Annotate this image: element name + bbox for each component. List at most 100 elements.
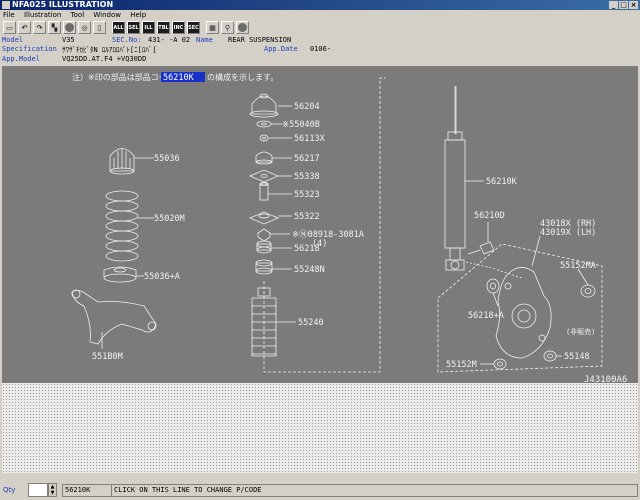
note-prefix: 注）※印の部品は部品コード <box>72 72 175 82</box>
label-55148[interactable]: 55148 <box>564 352 590 362</box>
status-bar: Qty ▲ ▼ 56210K CLICK ON THIS LINE TO CHAN… <box>0 478 640 500</box>
label-56218-A[interactable]: 56218+A <box>468 311 504 321</box>
grid-icon[interactable]: ▦ <box>206 21 219 34</box>
toolbar: ▭ ↶ ↷ ▚ ◎ ▯ ALL SEL ILL TBL INC SEC ▦ ⚲ <box>0 20 640 35</box>
part-55152M[interactable] <box>480 358 507 370</box>
undo-icon[interactable]: ↶ <box>18 21 31 34</box>
part-55036[interactable] <box>109 148 154 175</box>
label-43019X[interactable]: 43019X (LH) <box>540 228 596 238</box>
part-56113X[interactable] <box>259 134 292 142</box>
redo-icon[interactable]: ↷ <box>33 21 46 34</box>
title-bar: NFA025 ILLUSTRATION _ □ × <box>0 0 640 10</box>
appdate-label: App.Date <box>264 45 298 53</box>
part-56210D[interactable] <box>467 222 495 255</box>
part-56218[interactable] <box>256 240 292 254</box>
parts-list-area[interactable] <box>2 383 638 473</box>
spec-value: ｻﾜｻﾞﾁｶﾋﾞﾀN ﾛﾙｱﾛﾛﾊﾟﾄ[ﾆ[ﾛﾊﾞ[ <box>62 46 157 54</box>
part-code-field[interactable]: 56210K <box>62 484 112 497</box>
label-56113X[interactable]: 56113X <box>294 134 326 144</box>
part-551B0M[interactable] <box>71 289 157 349</box>
menu-help[interactable]: Help <box>130 11 146 19</box>
label-55248N[interactable]: 55248N <box>294 265 325 275</box>
label-56210K[interactable]: 56210K <box>486 177 518 187</box>
part-56218-A[interactable] <box>486 278 500 307</box>
part-55338[interactable] <box>248 169 292 183</box>
header-info: Model V35 SEC.No: 431- -A 02 Name REAR S… <box>0 35 640 65</box>
appmodel-value: VQ25DD.AT.F4 +VQ30DD <box>62 55 147 63</box>
part-55323[interactable] <box>259 182 292 201</box>
list-sel-icon[interactable]: SEL <box>127 21 140 34</box>
stop-icon[interactable] <box>236 21 249 34</box>
part-55020M[interactable] <box>105 190 154 262</box>
disc-icon[interactable] <box>63 21 76 34</box>
change-code-message[interactable]: CLICK ON THIS LINE TO CHANGE P/CODE <box>111 484 638 497</box>
part-55148[interactable] <box>543 350 562 362</box>
illustration-canvas[interactable]: 注）※印の部品は部品コード 56210K の構成を示します。 55036 550… <box>2 66 638 383</box>
part-56210K[interactable] <box>444 86 484 271</box>
lamp-icon[interactable]: ⚲ <box>221 21 234 34</box>
list-ill-icon[interactable]: ILL <box>142 21 155 34</box>
figure-code: J43100A6 <box>584 375 627 383</box>
qty-input[interactable] <box>28 483 48 497</box>
list-all-icon[interactable]: ALL <box>112 21 125 34</box>
appmodel-label: App.Model <box>2 55 40 63</box>
close-button[interactable]: × <box>629 1 638 9</box>
menu-illustration[interactable]: Illustration <box>24 11 61 19</box>
part-55322[interactable] <box>248 211 292 225</box>
label-55240[interactable]: 55240 <box>298 318 324 328</box>
label-56210D[interactable]: 56210D <box>474 211 505 221</box>
qty-label: Qty <box>3 486 16 494</box>
zoom-icon[interactable]: ◎ <box>78 21 91 34</box>
menu-window[interactable]: Window <box>93 11 121 19</box>
label-55323[interactable]: 55323 <box>294 190 320 200</box>
minimize-button[interactable]: _ <box>609 1 618 9</box>
qty-spinner[interactable]: ▲ ▼ <box>48 483 57 497</box>
list-sec-icon[interactable]: SEC <box>187 21 200 34</box>
menu-file[interactable]: File <box>3 11 15 19</box>
part-55036-A[interactable] <box>103 266 144 283</box>
label-56218[interactable]: 56218 <box>294 244 320 254</box>
label-551B0M[interactable]: 551B0M <box>92 352 123 362</box>
pointer-icon[interactable]: ▚ <box>48 21 61 34</box>
spec-label: Specification <box>2 45 57 53</box>
label-08918-3081A[interactable]: ※Ⓝ08918-3081A <box>292 230 364 240</box>
name-label: Name <box>196 36 213 44</box>
part-43018X[interactable] <box>495 235 552 359</box>
maximize-button[interactable]: □ <box>619 1 628 9</box>
appdate-value: 0106- <box>310 45 332 53</box>
part-56217[interactable] <box>255 151 292 165</box>
label-55020M[interactable]: 55020M <box>154 214 185 224</box>
part-55248N[interactable] <box>255 259 292 275</box>
print-icon[interactable]: ▭ <box>3 21 16 34</box>
name-value: REAR SUSPENSION <box>228 36 292 44</box>
part-55152MA[interactable] <box>577 268 596 298</box>
label-55036[interactable]: 55036 <box>154 154 180 164</box>
list-inc-icon[interactable]: INC <box>172 21 185 34</box>
label-55322[interactable]: 55322 <box>294 212 320 222</box>
label-55040B[interactable]: ※55040B <box>282 120 320 130</box>
label-56204[interactable]: 56204 <box>294 102 320 112</box>
menu-tool[interactable]: Tool <box>71 11 85 19</box>
list-tbl-icon[interactable]: TBL <box>157 21 170 34</box>
part-55240[interactable] <box>251 287 296 357</box>
sec-label: SEC.No: <box>112 36 142 44</box>
note-highlight[interactable]: 56210K <box>163 73 195 83</box>
window-title: NFA025 ILLUSTRATION <box>12 0 114 9</box>
label-55338[interactable]: 55338 <box>294 172 320 182</box>
sec-value: 431- -A 02 <box>148 36 191 44</box>
menu-bar: File Illustration Tool Window Help <box>0 10 640 20</box>
part-55040B[interactable] <box>256 120 282 128</box>
part-08918-3081A[interactable] <box>257 228 290 242</box>
label-56217[interactable]: 56217 <box>294 154 320 164</box>
label-55152MA[interactable]: 55152MA <box>560 261 596 271</box>
part-56204[interactable] <box>249 93 292 118</box>
label-55036-A[interactable]: 55036+A <box>144 272 180 282</box>
catalog-icon[interactable]: ▯ <box>93 21 106 34</box>
label-not-for-sale: (非販売) <box>566 327 595 336</box>
note-suffix: の構成を示します。 <box>207 72 278 82</box>
app-icon <box>2 1 10 9</box>
model-label: Model <box>2 36 24 44</box>
model-value: V35 <box>62 36 75 44</box>
label-55152M[interactable]: 55152M <box>446 360 477 370</box>
exploded-diagram[interactable]: 注）※印の部品は部品コード 56210K の構成を示します。 55036 550… <box>2 66 638 383</box>
